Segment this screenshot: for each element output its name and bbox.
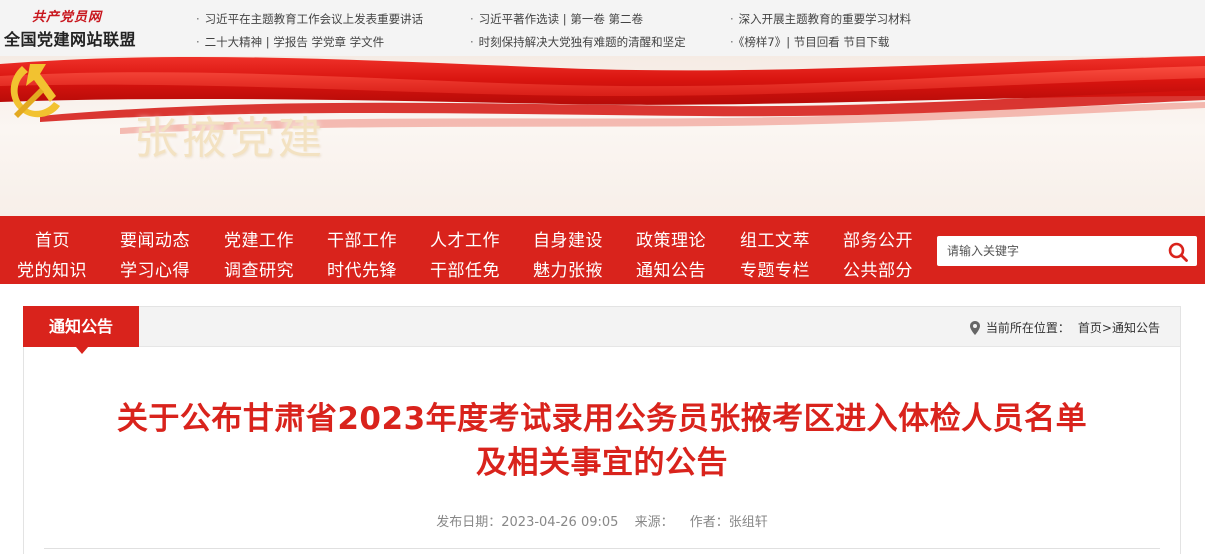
article-title-line-1: 关于公布甘肃省2023年度考试录用公务员张掖考区进入体检人员名单: [116, 401, 1088, 437]
article-title: 关于公布甘肃省2023年度考试录用公务员张掖考区进入体检人员名单 及相关事宜的公…: [24, 397, 1180, 485]
search-icon[interactable]: [1167, 241, 1189, 263]
nav-item-news[interactable]: 要闻动态: [120, 226, 190, 251]
nav-item-notices[interactable]: 通知公告: [636, 256, 706, 281]
top-link-3[interactable]: 深入开展主题教育的重要学习材料: [730, 11, 912, 27]
banner: 张掖党建: [0, 56, 1205, 216]
nav-item-research[interactable]: 调查研究: [224, 256, 294, 281]
article-meta: 发布日期：2023-04-26 09:05 来源： 作者：张组轩: [24, 511, 1180, 530]
nav-item-pioneers[interactable]: 时代先锋: [327, 256, 397, 281]
nav-item-home[interactable]: 首页: [35, 226, 70, 251]
site-logo-title[interactable]: 全国党建网站联盟: [4, 26, 136, 50]
panel-header: 通知公告 当前所在位置： 首页 > 通知公告: [23, 306, 1180, 354]
banner-title: 张掖党建: [134, 113, 326, 164]
nav-item-public[interactable]: 公共部分: [843, 256, 913, 281]
nav-item-party-work[interactable]: 党建工作: [224, 226, 294, 251]
nav-item-self-building[interactable]: 自身建设: [533, 226, 603, 251]
site-logo-script[interactable]: 共产党员网: [32, 6, 102, 25]
breadcrumb-separator: >: [1101, 320, 1112, 335]
nav-item-cadre-work[interactable]: 干部工作: [327, 226, 397, 251]
top-link-1[interactable]: 习近平在主题教育工作会议上发表重要讲话: [196, 11, 424, 27]
content-panel: 通知公告 当前所在位置： 首页 > 通知公告 关于公布甘肃省2023年度考试录用…: [23, 306, 1181, 554]
section-tag-arrow: [76, 347, 88, 354]
breadcrumb: 当前所在位置： 首页 > 通知公告: [969, 319, 1160, 336]
top-link-2[interactable]: 习近平著作选读 | 第一卷 第二卷: [470, 11, 643, 27]
top-link-6[interactable]: 《榜样7》| 节目回看 节目下载: [730, 34, 890, 50]
nav-item-dept-affairs[interactable]: 部务公开: [843, 226, 913, 251]
breadcrumb-home-link[interactable]: 首页: [1078, 321, 1102, 335]
article-source: 来源：: [634, 515, 674, 530]
top-bar: 共产党员网 全国党建网站联盟 习近平在主题教育工作会议上发表重要讲话 习近平著作…: [0, 0, 1205, 56]
location-pin-icon: [969, 320, 980, 335]
top-link-5[interactable]: 时刻保持解决大党独有难题的清醒和坚定: [470, 34, 686, 50]
search-input[interactable]: [937, 236, 1157, 266]
nav-item-articles[interactable]: 组工文萃: [740, 226, 810, 251]
nav-item-appointments[interactable]: 干部任免: [430, 256, 500, 281]
location-label: 当前所在位置：: [985, 321, 1070, 335]
publish-date: 发布日期：2023-04-26 09:05: [436, 515, 619, 530]
nav-item-policy-theory[interactable]: 政策理论: [636, 226, 706, 251]
nav-item-special-topics[interactable]: 专题专栏: [740, 256, 810, 281]
nav-item-charm-zhangye[interactable]: 魅力张掖: [533, 256, 603, 281]
top-link-4[interactable]: 二十大精神 | 学报告 学党章 学文件: [196, 34, 385, 50]
party-emblem-icon: [10, 64, 61, 118]
nav-item-talent-work[interactable]: 人才工作: [430, 226, 500, 251]
nav-item-party-knowledge[interactable]: 党的知识: [17, 256, 87, 281]
section-tag: 通知公告: [23, 306, 139, 347]
search-box: [937, 236, 1197, 266]
nav-item-study-notes[interactable]: 学习心得: [120, 256, 190, 281]
article-author: 作者：张组轩: [689, 515, 768, 530]
article-title-line-2: 及相关事宜的公告: [476, 445, 728, 481]
meta-divider: [44, 548, 1160, 549]
breadcrumb-notices-link[interactable]: 通知公告: [1112, 319, 1160, 336]
